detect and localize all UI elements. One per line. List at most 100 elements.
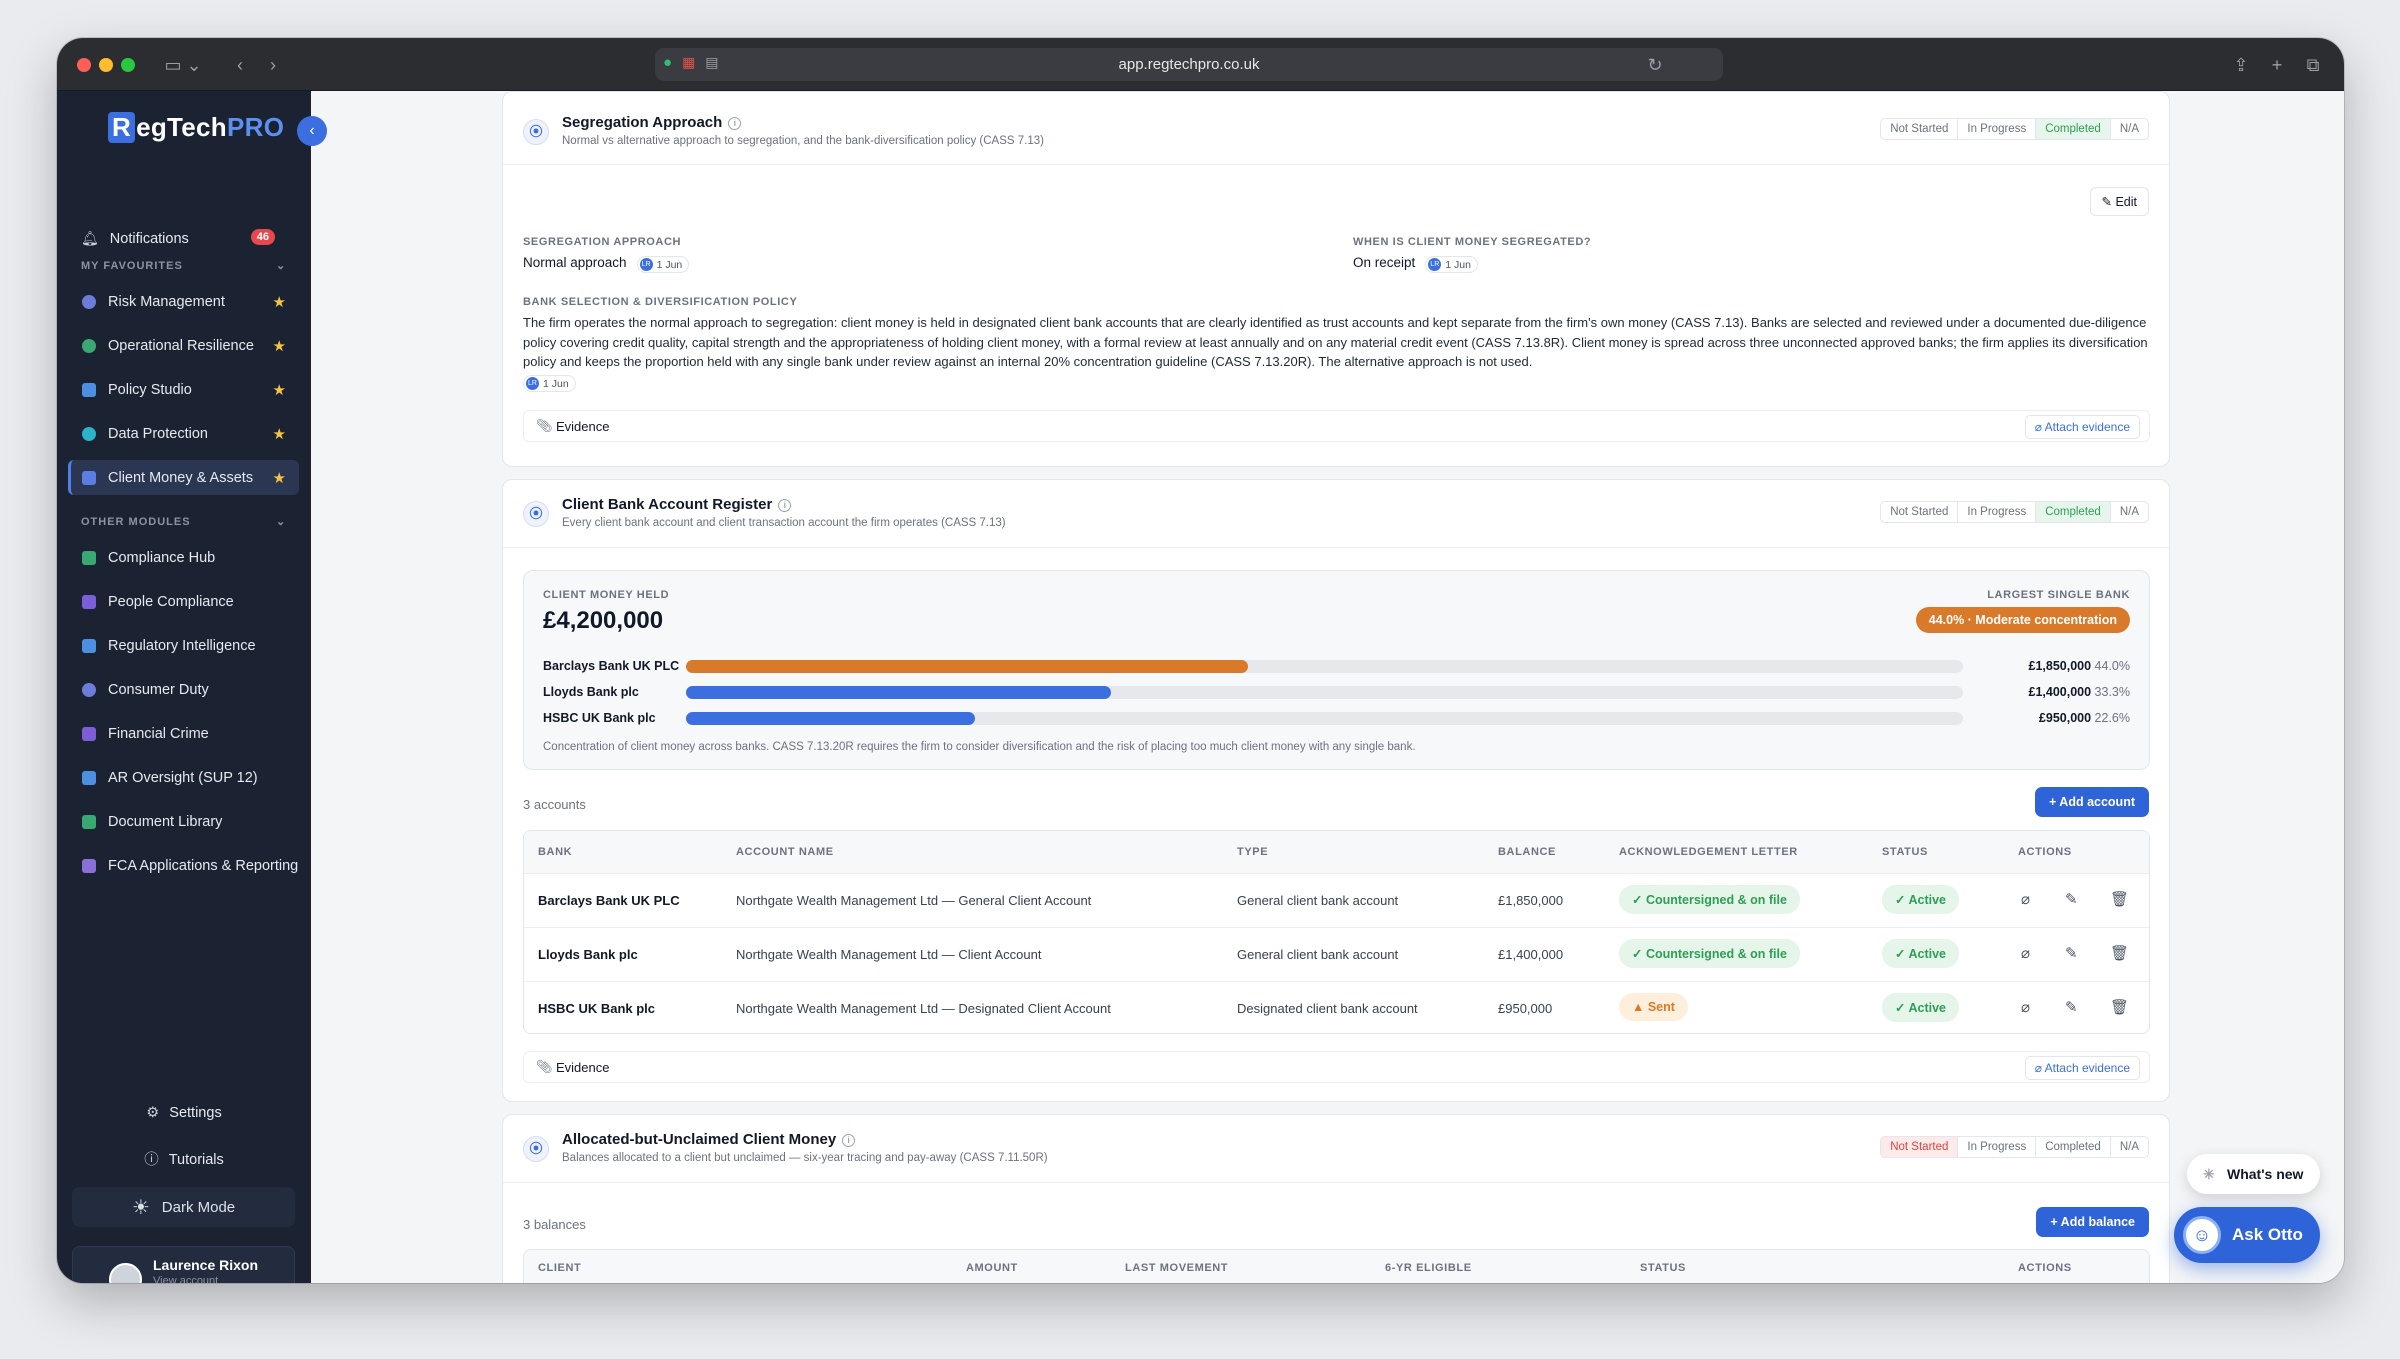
- sidebar-item-people-compliance[interactable]: People Compliance: [68, 584, 299, 619]
- tab-overview-icon[interactable]: ⧉: [2301, 52, 2325, 78]
- column-header[interactable]: TYPE: [1237, 846, 1268, 858]
- status-in-progress[interactable]: In Progress: [1958, 502, 2037, 522]
- sidebar-item-regulatory-intelligence[interactable]: Regulatory Intelligence: [68, 628, 299, 663]
- attach-evidence-button[interactable]: ⌀ Attach evidence: [2024, 1056, 2140, 1080]
- sidebar-item-operational-resilience[interactable]: Operational Resilience ★: [68, 328, 299, 363]
- column-header[interactable]: CLIENT: [538, 1262, 581, 1274]
- sidebar-item-fca-applications[interactable]: FCA Applications & Reporting: [68, 848, 299, 883]
- edit-icon[interactable]: ✎: [2065, 890, 2078, 908]
- sidebar-item-policy-studio[interactable]: Policy Studio ★: [68, 372, 299, 407]
- forward-icon[interactable]: ›: [260, 52, 286, 78]
- edit-button[interactable]: ✎ Edit: [2089, 187, 2149, 216]
- info-icon[interactable]: i: [842, 1134, 856, 1147]
- sidebar-item-data-protection[interactable]: Data Protection ★: [68, 416, 299, 451]
- dark-mode-toggle[interactable]: ☀ Dark Mode: [72, 1187, 295, 1227]
- whats-new-button[interactable]: ✳ What's new: [2187, 1154, 2320, 1194]
- reload-icon[interactable]: ↻: [1643, 52, 1667, 78]
- new-tab-icon[interactable]: +: [2265, 52, 2289, 78]
- zoom-window-button[interactable]: [121, 58, 135, 72]
- info-icon[interactable]: i: [778, 499, 792, 512]
- view-account-link[interactable]: View account: [153, 1275, 218, 1283]
- bank-bar-track: [686, 660, 1963, 673]
- star-icon[interactable]: ★: [273, 293, 286, 311]
- bank-cell: Lloyds Bank plc: [538, 947, 638, 962]
- close-window-button[interactable]: [77, 58, 91, 72]
- sidebar-toggle-icon[interactable]: ▭ ⌄: [161, 52, 205, 78]
- settings-link[interactable]: ⚙ Settings: [57, 1105, 311, 1121]
- sidebar-item-label: Operational Resilience: [108, 337, 254, 354]
- column-header[interactable]: AMOUNT: [966, 1262, 1018, 1274]
- sidebar-item-document-library[interactable]: Document Library: [68, 804, 299, 839]
- status-completed[interactable]: Completed: [2036, 119, 2111, 139]
- whats-new-label: What's new: [2227, 1166, 2304, 1182]
- column-header[interactable]: BANK: [538, 846, 572, 858]
- status-in-progress[interactable]: In Progress: [1958, 119, 2037, 139]
- info-icon[interactable]: i: [728, 117, 742, 130]
- minimize-window-button[interactable]: [99, 58, 113, 72]
- status-na[interactable]: N/A: [2111, 1137, 2148, 1157]
- status-na[interactable]: N/A: [2111, 119, 2148, 139]
- grammarly-icon[interactable]: ●: [663, 54, 672, 71]
- star-icon[interactable]: ★: [273, 381, 286, 399]
- divider: [503, 164, 2169, 165]
- share-icon[interactable]: ⇪: [2229, 52, 2253, 78]
- status-na[interactable]: N/A: [2111, 502, 2148, 522]
- status-not-started[interactable]: Not Started: [1881, 1137, 1959, 1157]
- policy-text: The firm operates the normal approach to…: [523, 315, 2148, 369]
- when-text: On receipt: [1353, 255, 1416, 270]
- edit-icon[interactable]: ✎: [2065, 998, 2078, 1016]
- column-header[interactable]: 6-YR ELIGIBLE: [1385, 1262, 1472, 1274]
- column-header[interactable]: ACKNOWLEDGEMENT LETTER: [1619, 846, 1798, 858]
- attach-evidence-button[interactable]: ⌀ Attach evidence: [2024, 415, 2140, 439]
- sidebar-item-ar-oversight[interactable]: AR Oversight (SUP 12): [68, 760, 299, 795]
- bank-cell: HSBC UK Bank plc: [538, 1001, 656, 1016]
- collapse-sidebar-button[interactable]: ‹: [297, 116, 327, 146]
- column-header[interactable]: STATUS: [1640, 1262, 1686, 1274]
- sidebar-item-compliance-hub[interactable]: Compliance Hub: [68, 540, 299, 575]
- status-in-progress[interactable]: In Progress: [1958, 1137, 2037, 1157]
- ask-otto-button[interactable]: ☺ Ask Otto: [2174, 1207, 2320, 1263]
- attach-icon[interactable]: ⌀: [2021, 998, 2030, 1016]
- address-bar[interactable]: app.regtechpro.co.uk: [655, 48, 1723, 81]
- star-icon[interactable]: ★: [273, 425, 286, 443]
- reader-icon[interactable]: ▤: [705, 54, 718, 71]
- favourites-section-title[interactable]: MY FAVOURITES ⌄: [81, 260, 285, 272]
- add-balance-button[interactable]: + Add balance: [2036, 1207, 2149, 1237]
- status-not-started[interactable]: Not Started: [1881, 502, 1959, 522]
- sidebar-item-label: Consumer Duty: [108, 681, 209, 698]
- column-header[interactable]: ACCOUNT NAME: [736, 846, 834, 858]
- trash-icon[interactable]: 🗑︎: [2110, 890, 2129, 908]
- client-bank-account-register-card: ⦿ Client Bank Account Register i Every cl…: [502, 479, 2170, 1102]
- sidebar-item-notifications[interactable]: 🔔︎ Notifications 46: [68, 221, 299, 256]
- back-icon[interactable]: ‹: [227, 52, 253, 78]
- title-text: Client Bank Account Register: [562, 496, 773, 513]
- column-header[interactable]: STATUS: [1882, 846, 1928, 858]
- edit-icon[interactable]: ✎: [2065, 944, 2078, 962]
- target-icon: [82, 682, 96, 697]
- sidebar-item-financial-crime[interactable]: Financial Crime: [68, 716, 299, 751]
- url-text: app.regtechpro.co.uk: [1118, 56, 1260, 73]
- bank-bar-fill: [686, 660, 1248, 673]
- star-icon[interactable]: ★: [273, 337, 286, 355]
- app-logo[interactable]: RegTechPRO: [108, 112, 284, 143]
- attach-icon[interactable]: ⌀: [2021, 944, 2030, 962]
- add-account-button[interactable]: + Add account: [2034, 787, 2149, 817]
- tutorials-link[interactable]: ⓘ Tutorials: [57, 1148, 311, 1169]
- status-completed[interactable]: Completed: [2036, 502, 2111, 522]
- trash-icon[interactable]: 🗑︎: [2110, 998, 2129, 1016]
- sidebar-item-client-money-assets[interactable]: Client Money & Assets ★: [68, 460, 299, 495]
- column-header[interactable]: LAST MOVEMENT: [1125, 1262, 1228, 1274]
- other-modules-section-title[interactable]: OTHER MODULES ⌄: [81, 516, 285, 528]
- sidebar-item-consumer-duty[interactable]: Consumer Duty: [68, 672, 299, 707]
- status-not-started[interactable]: Not Started: [1881, 119, 1959, 139]
- apps-grid-icon[interactable]: ▦: [682, 54, 695, 71]
- trash-icon[interactable]: 🗑︎: [2110, 944, 2129, 962]
- attach-icon[interactable]: ⌀: [2021, 890, 2030, 908]
- sidebar-item-risk-management[interactable]: Risk Management ★: [68, 284, 299, 319]
- column-header[interactable]: BALANCE: [1498, 846, 1556, 858]
- user-account-card[interactable]: Laurence Rixon View account: [72, 1246, 295, 1283]
- document-icon: [82, 382, 96, 397]
- main-content: ⦿ Segregation Approach i Normal vs altern…: [311, 91, 2344, 1283]
- status-completed[interactable]: Completed: [2036, 1137, 2111, 1157]
- star-icon[interactable]: ★: [273, 469, 286, 487]
